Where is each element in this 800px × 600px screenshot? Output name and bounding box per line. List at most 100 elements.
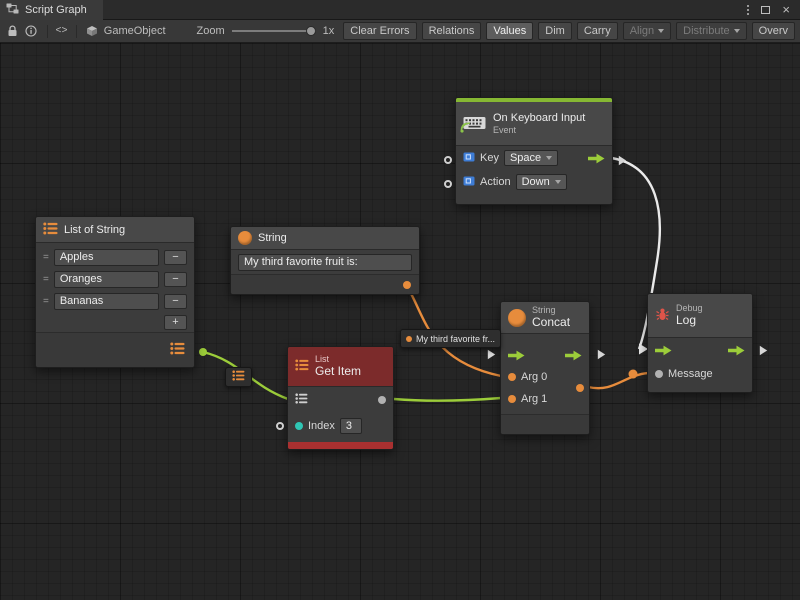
window-menu-icon[interactable] bbox=[747, 5, 749, 15]
remove-item-button[interactable]: − bbox=[164, 250, 187, 265]
toolbar-separator bbox=[47, 25, 48, 38]
index-input-port[interactable] bbox=[295, 422, 303, 430]
list-input-port-icon[interactable] bbox=[295, 393, 308, 407]
drag-handle-icon[interactable]: = bbox=[43, 252, 49, 263]
tab-script-graph[interactable]: Script Graph bbox=[0, 0, 103, 20]
window-controls: × bbox=[747, 3, 800, 16]
item-output-port[interactable] bbox=[378, 396, 386, 404]
string-value-field[interactable]: My third favorite fruit is: bbox=[238, 254, 412, 271]
add-item-button[interactable]: + bbox=[164, 315, 187, 330]
maximize-icon[interactable] bbox=[761, 6, 770, 14]
node-header[interactable]: On Keyboard Input Event bbox=[456, 102, 612, 146]
action-row: Action Down bbox=[456, 170, 612, 194]
flow-out-port[interactable] bbox=[565, 350, 582, 361]
node-debug-log[interactable]: Debug Log Message bbox=[647, 293, 753, 393]
key-row: Key Space bbox=[456, 146, 612, 170]
node-ports-section bbox=[231, 274, 419, 294]
node-list-of-string[interactable]: List of String = Apples − = Oranges − = … bbox=[35, 216, 195, 368]
list-item-field[interactable]: Oranges bbox=[54, 271, 159, 288]
index-field[interactable]: 3 bbox=[340, 418, 362, 434]
arg1-input-port[interactable] bbox=[508, 395, 516, 403]
list-output-port[interactable] bbox=[199, 348, 207, 356]
key-input-port[interactable] bbox=[444, 156, 452, 164]
chevron-down-icon bbox=[546, 156, 552, 160]
node-header[interactable]: String bbox=[231, 227, 419, 250]
zoom-slider[interactable] bbox=[232, 23, 316, 39]
remove-item-button[interactable]: − bbox=[164, 272, 187, 287]
action-dropdown[interactable]: Down bbox=[516, 174, 567, 190]
key-label: Key bbox=[480, 152, 499, 164]
relations-button[interactable]: Relations bbox=[422, 22, 482, 40]
distribute-dropdown-button[interactable]: Distribute bbox=[676, 22, 746, 40]
error-accent-bar bbox=[288, 442, 393, 449]
code-view-icon[interactable]: <> bbox=[56, 26, 68, 37]
string-output-port[interactable] bbox=[403, 281, 411, 289]
flow-out-triangle-icon[interactable] bbox=[759, 345, 768, 359]
toolbar-separator bbox=[76, 25, 77, 38]
list-icon bbox=[43, 222, 58, 238]
node-header[interactable]: String Concat bbox=[501, 302, 589, 334]
node-concat[interactable]: String Concat Arg 0 Arg 1 bbox=[500, 301, 590, 435]
keycode-type-icon bbox=[463, 151, 475, 166]
dim-toggle-button[interactable]: Dim bbox=[538, 22, 572, 40]
zoom-label: Zoom bbox=[197, 25, 225, 37]
close-icon[interactable]: × bbox=[782, 3, 790, 16]
keycode-type-icon bbox=[463, 175, 475, 190]
arg1-label: Arg 1 bbox=[521, 393, 547, 405]
values-toggle-button[interactable]: Values bbox=[486, 22, 533, 40]
node-header[interactable]: List Get Item bbox=[288, 347, 393, 387]
drag-handle-icon[interactable]: = bbox=[43, 274, 49, 285]
string-value-dot-icon bbox=[406, 336, 412, 342]
align-dropdown-button[interactable]: Align bbox=[623, 22, 671, 40]
info-icon[interactable] bbox=[24, 23, 38, 39]
node-string-literal[interactable]: String My third favorite fruit is: bbox=[230, 226, 420, 295]
node-get-item[interactable]: List Get Item Index 3 bbox=[287, 346, 394, 450]
string-type-icon bbox=[238, 231, 252, 245]
node-title: List of String bbox=[64, 224, 125, 236]
graph-toolbar: <> GameObject Zoom 1x Clear Errors Relat… bbox=[0, 20, 800, 43]
carry-toggle-button[interactable]: Carry bbox=[577, 22, 618, 40]
list-item-field[interactable]: Apples bbox=[54, 249, 159, 266]
lock-icon[interactable] bbox=[5, 23, 19, 39]
arg1-row: Arg 1 bbox=[501, 388, 589, 410]
message-input-port[interactable] bbox=[655, 370, 663, 378]
bug-icon bbox=[655, 307, 670, 325]
flow-in-triangle-icon[interactable] bbox=[487, 349, 496, 363]
list-item-row: = Oranges − bbox=[36, 268, 194, 290]
key-dropdown[interactable]: Space bbox=[504, 150, 558, 166]
message-row: Message bbox=[648, 362, 752, 386]
overview-button[interactable]: Overv bbox=[752, 22, 795, 40]
arg0-input-port[interactable] bbox=[508, 373, 516, 381]
wire-getitem-to-concat[interactable] bbox=[394, 398, 501, 401]
node-header[interactable]: List of String bbox=[36, 217, 194, 243]
string-value-preview: My third favorite fr... bbox=[416, 334, 495, 344]
flow-in-port[interactable] bbox=[655, 345, 672, 356]
list-item-row: = Bananas − bbox=[36, 290, 194, 312]
list-output-icon[interactable] bbox=[170, 342, 185, 358]
clear-errors-button[interactable]: Clear Errors bbox=[343, 22, 416, 40]
flow-out-port[interactable] bbox=[728, 345, 745, 356]
node-on-keyboard-input[interactable]: On Keyboard Input Event Key Space Action… bbox=[455, 97, 613, 205]
index-outer-port[interactable] bbox=[276, 422, 284, 430]
chevron-down-icon bbox=[555, 180, 561, 184]
signal-icon bbox=[460, 122, 471, 136]
message-label: Message bbox=[668, 368, 713, 380]
gameobject-selector[interactable]: GameObject bbox=[104, 25, 166, 37]
graph-canvas[interactable]: List of String = Apples − = Oranges − = … bbox=[0, 43, 800, 600]
node-header[interactable]: Debug Log bbox=[648, 294, 752, 338]
chevron-down-icon bbox=[734, 29, 740, 33]
flow-out-triangle-icon[interactable] bbox=[618, 155, 627, 169]
list-item-field[interactable]: Bananas bbox=[54, 293, 159, 310]
drag-handle-icon[interactable]: = bbox=[43, 296, 49, 307]
remove-item-button[interactable]: − bbox=[164, 294, 187, 309]
action-input-port[interactable] bbox=[444, 180, 452, 188]
node-title: On Keyboard Input bbox=[493, 112, 585, 125]
list-item-row: = Apples − bbox=[36, 246, 194, 268]
trigger-output-port[interactable] bbox=[588, 153, 605, 164]
wire-concat-to-log[interactable] bbox=[588, 373, 648, 388]
flow-in-port[interactable] bbox=[508, 350, 525, 361]
result-output-port[interactable] bbox=[576, 384, 584, 392]
zoom-slider-knob[interactable] bbox=[306, 26, 316, 36]
keyboard-icon bbox=[463, 116, 487, 132]
flow-out-triangle-icon[interactable] bbox=[597, 349, 606, 363]
